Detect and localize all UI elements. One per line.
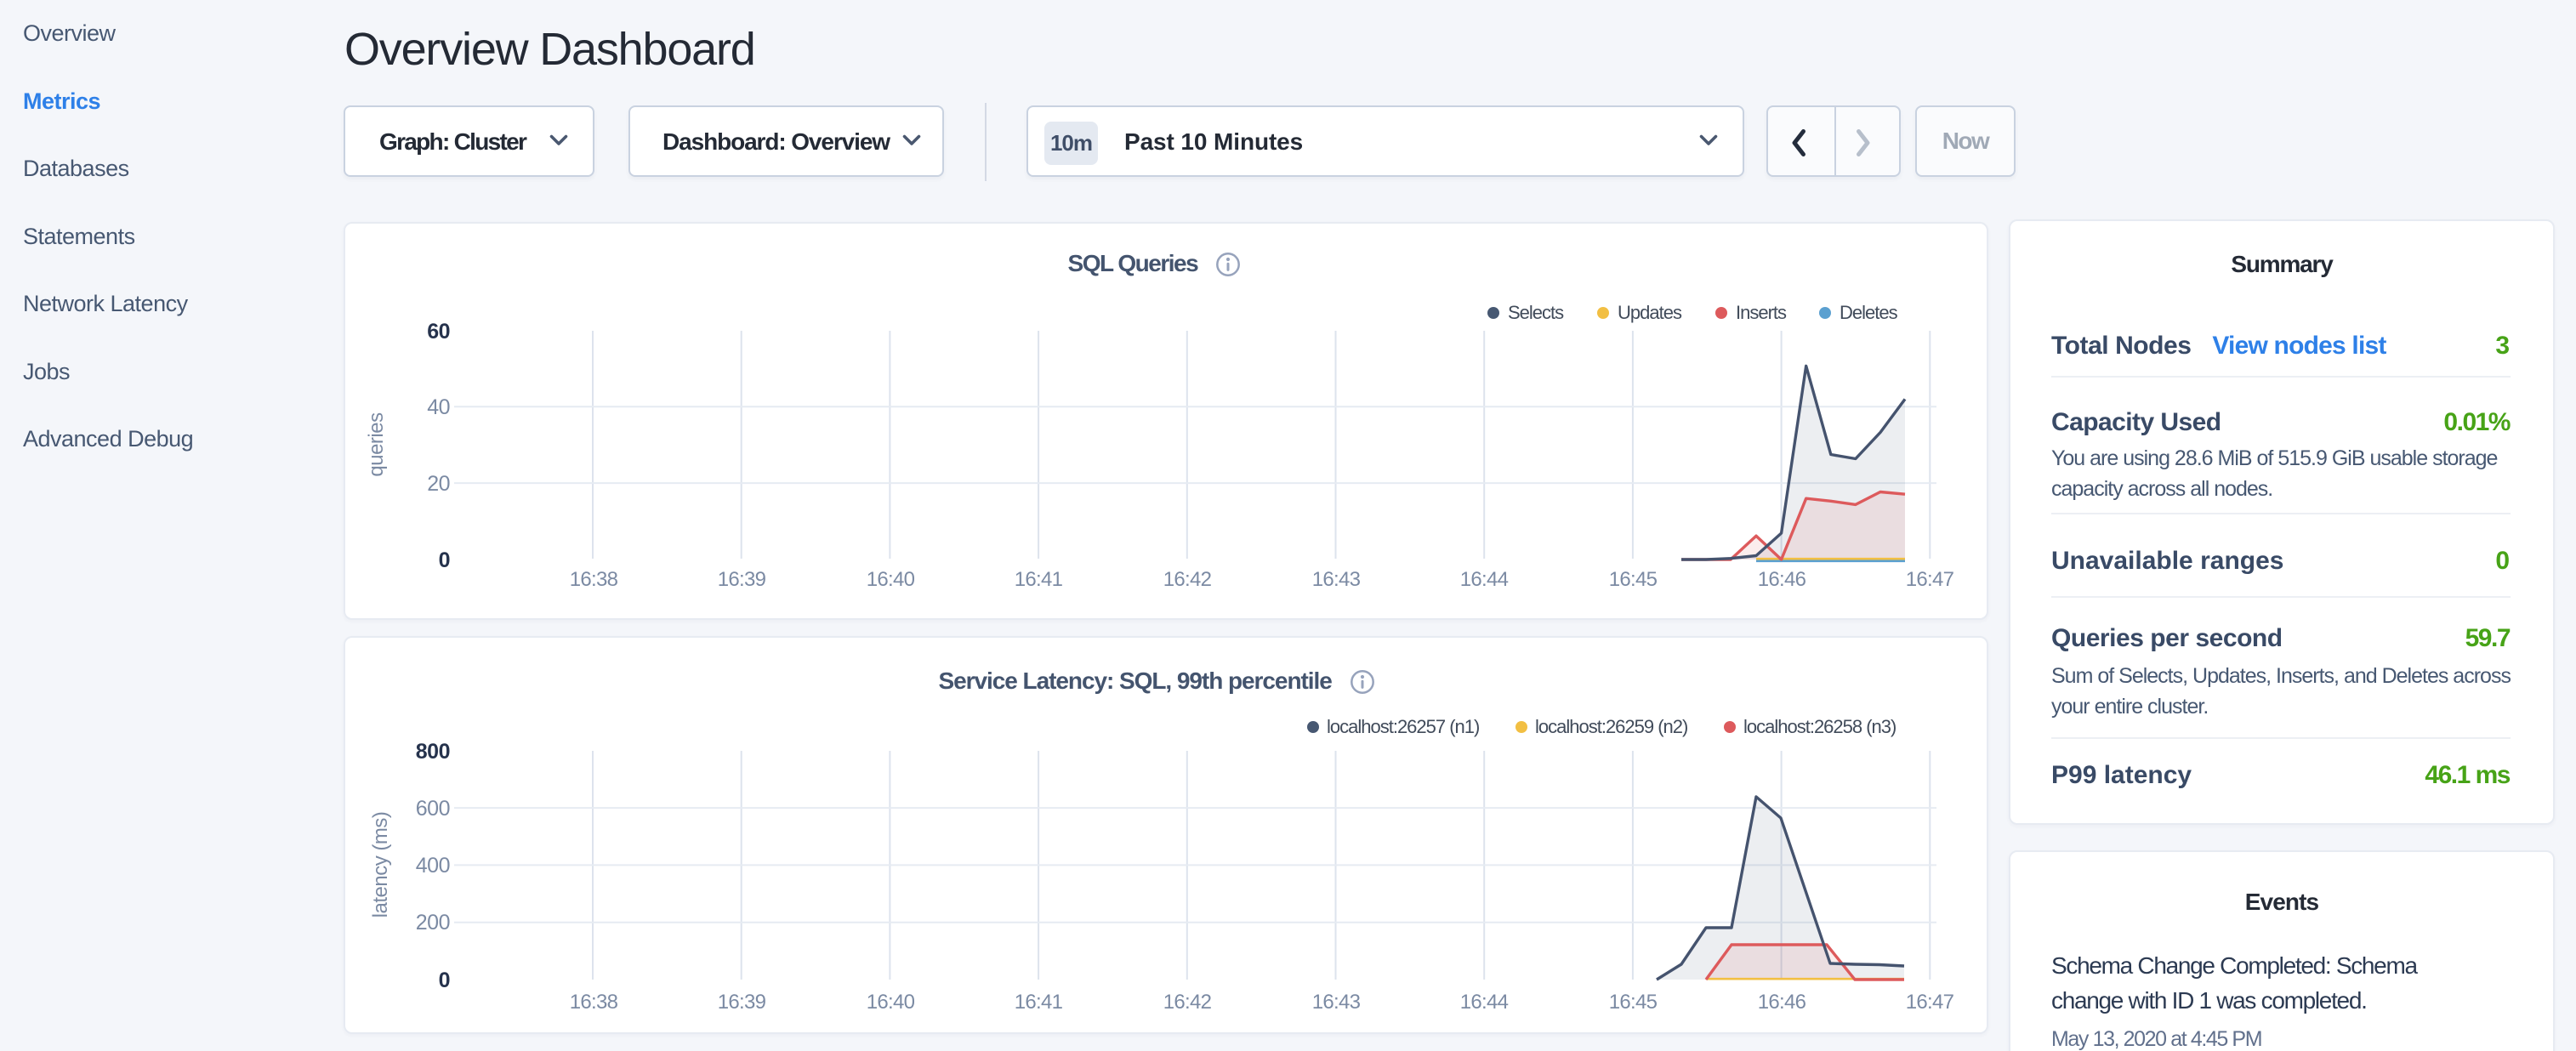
- svg-text:16:40: 16:40: [867, 568, 915, 591]
- svg-text:16:46: 16:46: [1758, 991, 1806, 1014]
- svg-text:16:44: 16:44: [1460, 568, 1509, 591]
- svg-text:16:42: 16:42: [1163, 568, 1212, 591]
- svg-text:40: 40: [427, 395, 450, 419]
- svg-text:60: 60: [427, 320, 450, 344]
- svg-text:400: 400: [416, 854, 450, 878]
- svg-text:16:45: 16:45: [1609, 991, 1658, 1014]
- svg-text:16:38: 16:38: [570, 568, 618, 591]
- svg-text:16:43: 16:43: [1312, 568, 1361, 591]
- svg-text:0: 0: [439, 548, 450, 572]
- svg-text:800: 800: [416, 740, 450, 764]
- svg-text:600: 600: [416, 797, 450, 821]
- svg-text:20: 20: [427, 472, 450, 496]
- svg-text:16:44: 16:44: [1460, 991, 1509, 1014]
- svg-text:16:39: 16:39: [718, 568, 766, 591]
- svg-text:16:45: 16:45: [1609, 568, 1658, 591]
- svg-text:latency (ms): latency (ms): [369, 812, 392, 918]
- svg-text:16:40: 16:40: [867, 991, 915, 1014]
- svg-text:16:46: 16:46: [1758, 568, 1806, 591]
- svg-text:16:43: 16:43: [1312, 991, 1361, 1014]
- svg-text:16:47: 16:47: [1906, 991, 1954, 1014]
- svg-text:16:39: 16:39: [718, 991, 766, 1014]
- svg-text:200: 200: [416, 911, 450, 935]
- svg-text:0: 0: [439, 969, 450, 992]
- svg-text:16:42: 16:42: [1163, 991, 1212, 1014]
- svg-text:16:38: 16:38: [570, 991, 618, 1014]
- svg-text:queries: queries: [365, 412, 388, 477]
- svg-text:16:41: 16:41: [1015, 568, 1063, 591]
- svg-text:16:47: 16:47: [1906, 568, 1954, 591]
- svg-text:16:41: 16:41: [1015, 991, 1063, 1014]
